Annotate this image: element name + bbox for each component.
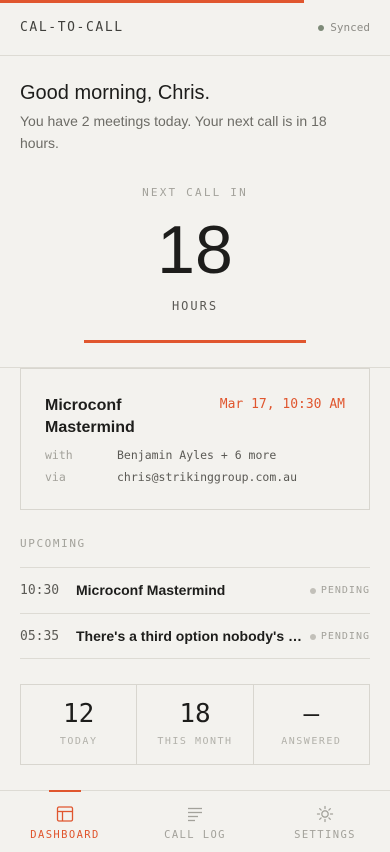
nav-label: SETTINGS xyxy=(294,829,356,841)
stat-label: THIS MONTH xyxy=(157,736,233,747)
call-time: 05:35 xyxy=(20,629,60,644)
nav-label: CALL LOG xyxy=(164,829,226,841)
meeting-via-row: via chris@strikinggroup.com.au xyxy=(45,470,297,484)
list-item[interactable]: 10:30 Microconf Mastermind PENDING xyxy=(20,567,370,613)
nav-settings[interactable]: SETTINGS xyxy=(260,791,390,852)
stat-answered: — ANSWERED xyxy=(254,685,369,764)
stats-panel: 12 TODAY 18 THIS MONTH — ANSWERED xyxy=(20,684,370,765)
status-badge: PENDING xyxy=(309,585,370,596)
countdown-unit: HOURS xyxy=(171,299,219,313)
stat-value: 12 xyxy=(63,699,95,729)
stat-value: 18 xyxy=(179,699,211,729)
sync-status: Synced xyxy=(318,21,370,34)
stat-today: 12 TODAY xyxy=(21,685,138,764)
bottom-nav: DASHBOARD CALL LOG SETTINGS xyxy=(0,790,390,852)
stat-label: TODAY xyxy=(59,736,98,747)
settings-icon xyxy=(316,805,334,823)
meeting-datetime: Mar 17, 10:30 AM xyxy=(219,397,345,412)
dashboard-icon xyxy=(56,806,74,822)
sync-progress-bar xyxy=(0,0,305,3)
sync-status-label: Synced xyxy=(330,21,370,34)
countdown-value: 18 xyxy=(157,212,233,288)
stat-this-month: 18 THIS MONTH xyxy=(137,685,254,764)
with-label: with xyxy=(45,448,73,462)
meeting-title: Microconf Mastermind xyxy=(45,397,135,436)
meeting-attendees-row: with Benjamin Ayles + 6 more xyxy=(45,448,276,462)
nav-active-indicator xyxy=(49,790,81,792)
status-label: PENDING xyxy=(320,631,370,642)
nav-label: DASHBOARD xyxy=(30,829,100,841)
countdown-label: NEXT CALL IN xyxy=(142,186,248,199)
pending-dot-icon xyxy=(309,633,316,640)
stat-label: ANSWERED xyxy=(281,736,342,747)
next-meeting-card[interactable]: Microconf Mastermind Mar 17, 10:30 AM wi… xyxy=(20,368,370,510)
nav-dashboard[interactable]: DASHBOARD xyxy=(0,790,130,852)
list-item[interactable]: 05:35 There's a third option nobody's ta… xyxy=(20,613,370,659)
attendees-value: Benjamin Ayles + 6 more xyxy=(117,448,277,462)
call-title: Microconf Mastermind xyxy=(76,582,226,598)
greeting-title: Good morning, Chris. xyxy=(20,82,211,104)
sync-status-dot-icon xyxy=(318,24,325,31)
status-badge: PENDING xyxy=(309,631,370,642)
greeting-subtitle: You have 2 meetings today. Your next cal… xyxy=(20,113,327,151)
countdown-accent-line xyxy=(84,340,306,343)
nav-call-log[interactable]: CALL LOG xyxy=(130,791,260,852)
call-time: 10:30 xyxy=(20,583,60,598)
call-title: There's a third option nobody's talking … xyxy=(76,628,306,644)
pending-dot-icon xyxy=(309,587,316,594)
stat-value: — xyxy=(303,699,320,729)
app-title: CAL-TO-CALL xyxy=(20,20,124,35)
upcoming-list: 10:30 Microconf Mastermind PENDING 05:35… xyxy=(20,567,370,659)
upcoming-section-label: UPCOMING xyxy=(20,537,86,550)
via-label: via xyxy=(45,470,66,484)
app-header: CAL-TO-CALL Synced xyxy=(0,0,390,56)
call-log-icon xyxy=(188,807,202,822)
via-email: chris@strikinggroup.com.au xyxy=(117,470,298,484)
status-label: PENDING xyxy=(320,585,370,596)
